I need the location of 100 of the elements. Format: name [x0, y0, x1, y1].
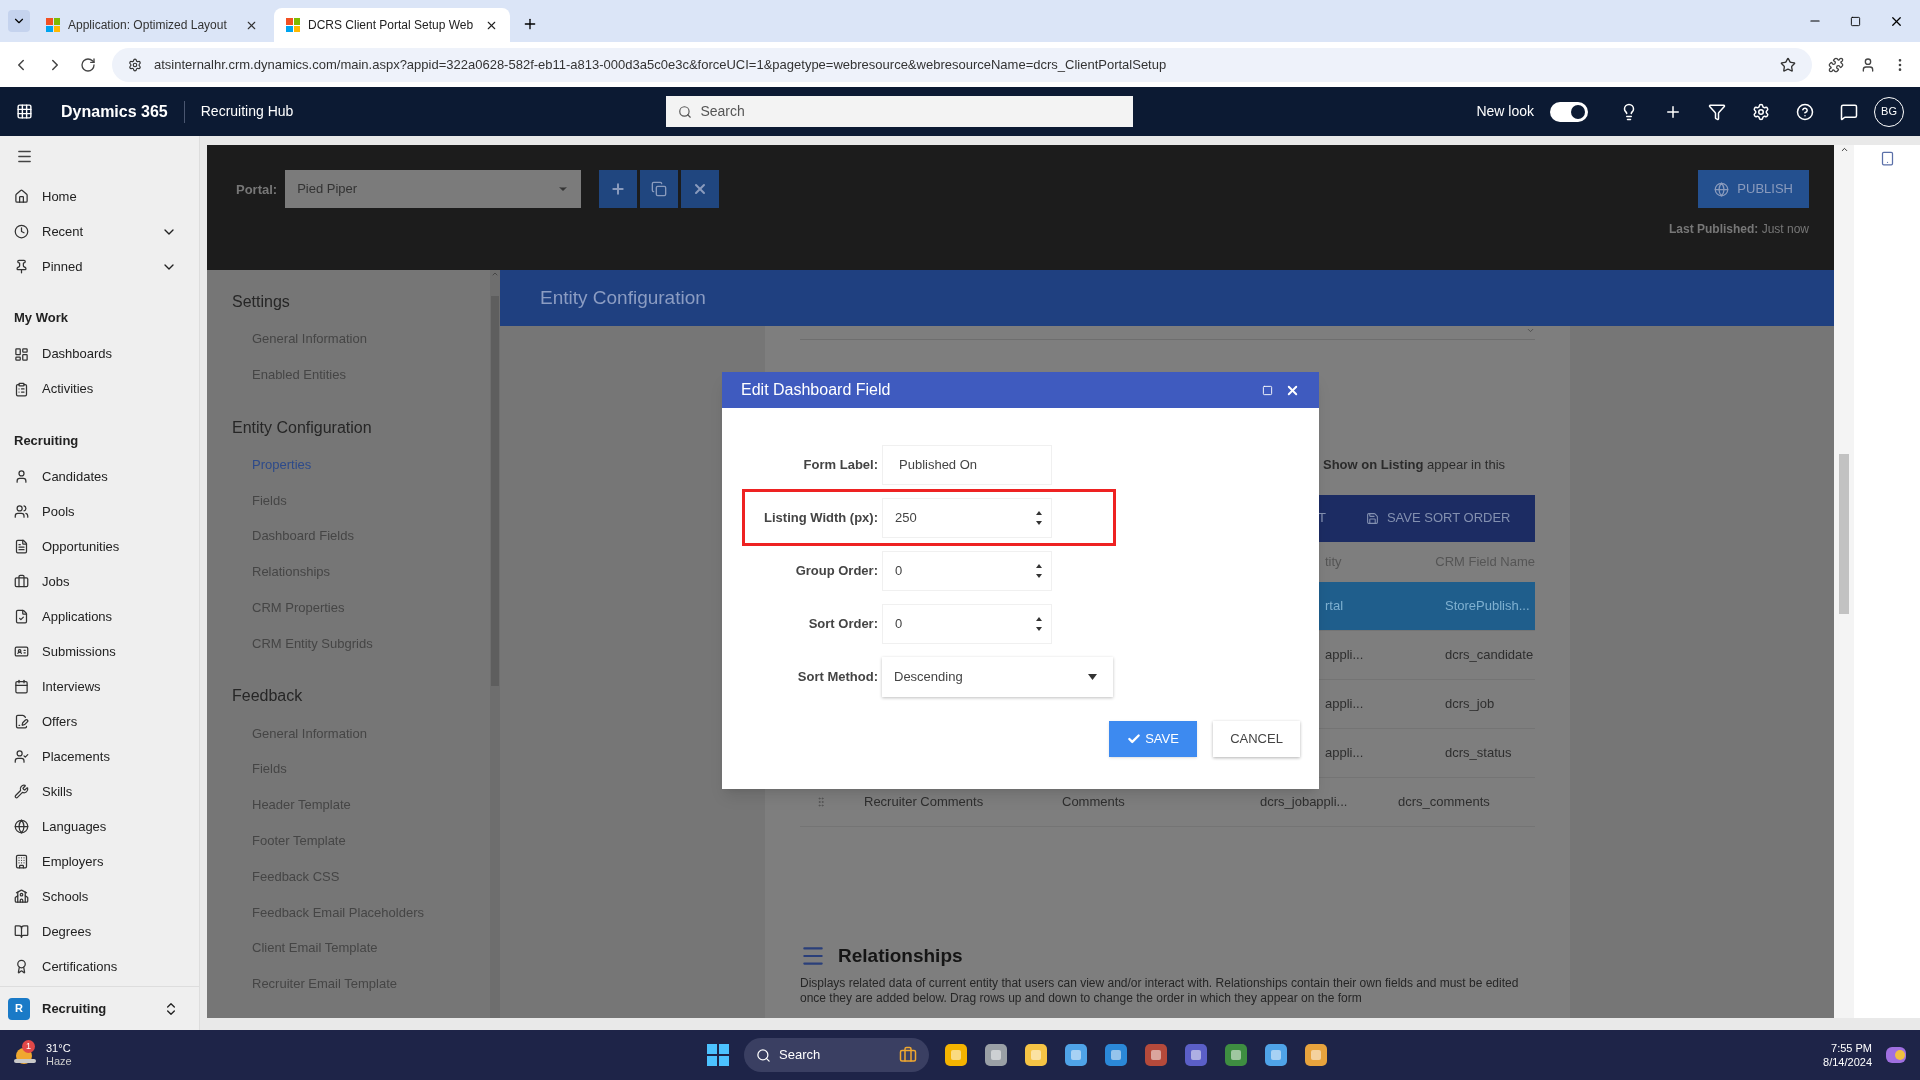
site-icon — [46, 18, 60, 32]
nav-item[interactable]: Offers — [0, 704, 199, 739]
app-icon[interactable] — [1103, 1042, 1130, 1068]
nav-item[interactable]: Languages — [0, 809, 199, 844]
search-placeholder: Search — [700, 102, 745, 121]
nav-item-icon — [14, 574, 29, 589]
address-bar[interactable]: atsinternalhr.crm.dynamics.com/main.aspx?appid=322a0628-582f-eb11-a813-000d3a5c0e3c&forceUCI=1&pagetype=webresource&webresourceName=dcrs_ClientPortalSetup — [112, 47, 1812, 82]
nav-item-icon — [14, 679, 29, 694]
app-icon[interactable] — [1023, 1042, 1050, 1068]
nav-item-icon — [14, 504, 29, 519]
nav-item[interactable]: Placements — [0, 739, 199, 774]
spinner-icon[interactable] — [1035, 509, 1043, 526]
tab-search-icon[interactable] — [8, 10, 30, 32]
nav-item[interactable]: Opportunities — [0, 529, 199, 564]
filter-icon[interactable] — [1708, 102, 1726, 121]
nav-item-icon — [14, 959, 29, 974]
app-launcher-icon[interactable] — [16, 103, 33, 120]
table-cell-text: dcrs_comments — [1398, 792, 1490, 811]
nav-item[interactable]: Applications — [0, 599, 199, 634]
extensions-icon[interactable] — [1828, 56, 1844, 73]
cancel-button[interactable]: CANCEL — [1213, 721, 1300, 757]
nav-item-icon — [14, 924, 29, 939]
nav-item[interactable]: Dashboards — [0, 336, 199, 372]
spinner-icon[interactable] — [1035, 615, 1043, 632]
brand-name[interactable]: Dynamics 365 — [61, 99, 168, 124]
nav-section-title: Entity Configuration — [232, 417, 373, 438]
field-label: Group Order: — [794, 561, 879, 580]
table-cell-text: appli... — [1325, 645, 1365, 664]
start-icon[interactable] — [706, 1043, 731, 1067]
nav-item[interactable]: Candidates — [0, 459, 199, 494]
new-tab-icon[interactable] — [522, 16, 538, 32]
scrollbar-thumb[interactable] — [1839, 454, 1849, 614]
nav-item[interactable]: Jobs — [0, 564, 199, 599]
browser-tab[interactable]: Application: Optimized Layout — [34, 8, 270, 42]
reload-icon[interactable] — [80, 56, 96, 73]
nav-section-title: Settings — [232, 292, 291, 312]
page-title: Entity Configuration — [540, 285, 706, 310]
save-sort-order-button[interactable]: SAVE SORT ORDER — [1365, 508, 1511, 528]
section-heading: Recruiting — [13, 431, 80, 450]
app-icon[interactable] — [983, 1042, 1010, 1068]
page-scrollbar[interactable] — [1834, 145, 1854, 1018]
drag-handle-icon[interactable] — [815, 795, 827, 808]
spinner-icon[interactable] — [1035, 562, 1043, 579]
close-icon[interactable] — [1889, 14, 1904, 29]
nav-item[interactable]: Degrees — [0, 914, 199, 949]
new-look-toggle[interactable] — [1550, 101, 1588, 122]
nav-item[interactable]: Skills — [0, 774, 199, 809]
toolbar-button[interactable]: T — [1318, 508, 1326, 528]
portal-label: Portal: — [236, 181, 278, 199]
profile-icon[interactable] — [1860, 56, 1876, 73]
section-heading: My Work — [13, 309, 69, 327]
app-name[interactable]: Recruiting Hub — [200, 101, 294, 122]
nav-item[interactable]: Pinned — [0, 249, 199, 284]
number-field[interactable]: 250 — [882, 497, 1052, 538]
menu-icon[interactable] — [16, 148, 33, 165]
app-icon[interactable] — [1183, 1042, 1210, 1068]
nav-item[interactable]: Employers — [0, 844, 199, 879]
table-cell-text: dcrs_job — [1445, 694, 1495, 713]
nav-item[interactable]: Activities — [0, 371, 199, 407]
nav-item[interactable]: Pools — [0, 494, 199, 529]
dropdown-field[interactable]: Descending — [882, 656, 1113, 697]
number-field[interactable]: 0 — [882, 603, 1052, 644]
maximize-icon[interactable] — [1850, 16, 1861, 27]
delete-portal-button[interactable] — [681, 170, 720, 208]
taskbar-search[interactable]: Search — [744, 1038, 930, 1072]
scroll-up-icon[interactable] — [1839, 145, 1849, 154]
app-icon[interactable] — [1223, 1042, 1250, 1068]
table-cell-text: Comments — [1062, 792, 1126, 811]
side-panel-icon[interactable] — [1879, 151, 1895, 166]
nav-item[interactable]: Recent — [0, 214, 199, 249]
nav-scrollbar[interactable] — [490, 270, 500, 1018]
nav-item[interactable]: Submissions — [0, 634, 199, 669]
app-icon[interactable] — [1303, 1042, 1330, 1068]
help-icon[interactable] — [1796, 102, 1814, 121]
nav-item[interactable]: Certifications — [0, 949, 199, 984]
browser-tab[interactable]: DCRS Client Portal Setup Web — [274, 8, 510, 42]
nav-item[interactable]: Interviews — [0, 669, 199, 704]
app-icon[interactable] — [943, 1042, 970, 1068]
search-field[interactable]: Search — [666, 96, 1134, 127]
last-published-text: Last Published: Just now — [1668, 221, 1809, 238]
nav-item-icon — [14, 469, 29, 484]
chat-icon[interactable] — [1840, 102, 1858, 121]
text-field[interactable]: Published On — [882, 444, 1052, 485]
nav-item[interactable]: Home — [0, 179, 199, 214]
app-icon[interactable] — [1063, 1042, 1090, 1068]
site-info-icon[interactable] — [128, 57, 142, 72]
app-icon[interactable] — [1263, 1042, 1290, 1068]
number-field[interactable]: 0 — [882, 550, 1052, 591]
field-label: Sort Method: — [796, 667, 879, 686]
settings-icon[interactable] — [1752, 102, 1770, 121]
app-icon[interactable] — [1143, 1042, 1170, 1068]
add-portal-button[interactable] — [599, 170, 638, 208]
url-text: atsinternalhr.crm.dynamics.com/main.aspx?appid=322a0628-582f-eb11-a813-000d3a5c0e3c&forceUCI=1&pagetype=webresource&webresourceName=dcrs_ClientPortalSetup — [154, 55, 1168, 74]
nav-item[interactable]: Schools — [0, 879, 199, 914]
scrollbar-thumb[interactable] — [491, 296, 499, 686]
clock-time: 7:55 PM — [1831, 1041, 1872, 1055]
listing-note: Show on Listing appear in this — [1323, 456, 1506, 474]
copy-portal-button[interactable] — [640, 170, 679, 208]
bookmark-icon[interactable] — [1780, 56, 1796, 73]
section-description: Displays related data of current entity that users can view and/or interact with. Relationships contain their own fields and must be edited once they are added below. Drag rows up and down to change the order in which they appear on the form — [800, 976, 1520, 1006]
